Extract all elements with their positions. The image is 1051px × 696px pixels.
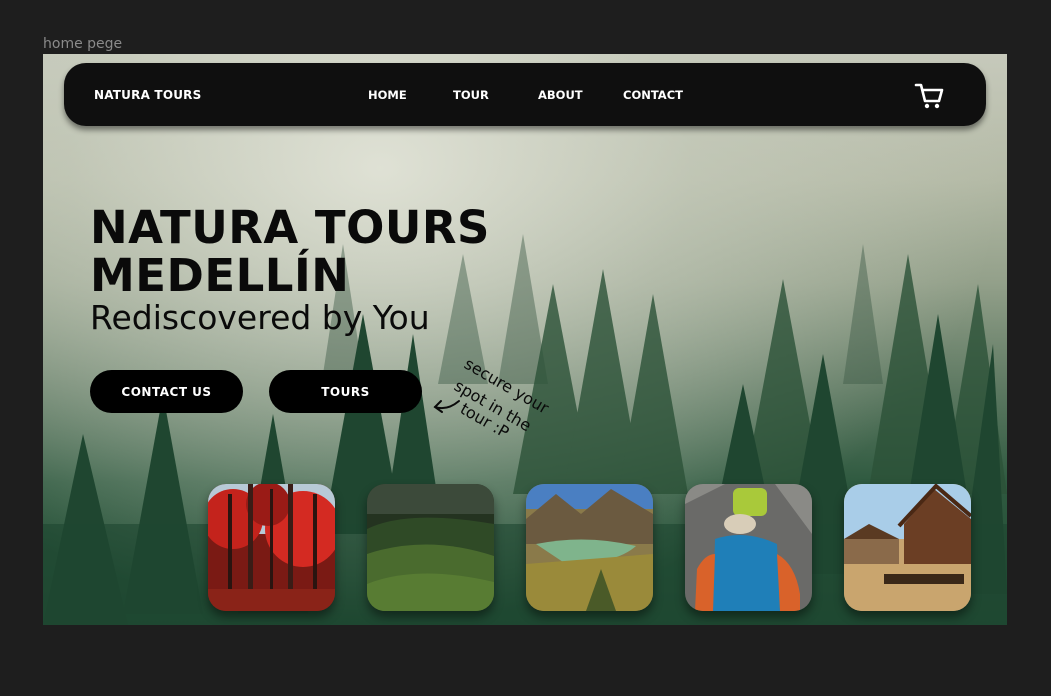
secure-spot-note: secure your spot in the tour :P [433, 354, 552, 442]
hero-title: NATURA TOURS MEDELLÍN [90, 204, 490, 300]
green-hills-photo [367, 484, 494, 611]
floating-market-photo [844, 484, 971, 611]
curved-arrow-icon [433, 400, 460, 413]
gallery-card-floating-market[interactable] [844, 484, 971, 611]
hiker-backpack-photo [685, 484, 812, 611]
hero-subtitle: Rediscovered by You [90, 298, 430, 337]
shopping-cart-icon[interactable] [914, 82, 946, 110]
gallery-card-red-forest[interactable] [208, 484, 335, 611]
nav-link-contact[interactable]: CONTACT [623, 88, 683, 102]
frame-label: home pege [43, 36, 123, 52]
home-page-frame: NATURA TOURS HOME TOUR ABOUT CONTACT NAT… [43, 54, 1007, 625]
navbar: NATURA TOURS HOME TOUR ABOUT CONTACT [64, 63, 986, 126]
gallery-card-hiker[interactable] [685, 484, 812, 611]
contact-us-button[interactable]: CONTACT US [90, 370, 243, 413]
brand-logo-text[interactable]: NATURA TOURS [94, 88, 201, 102]
red-autumn-forest-photo [208, 484, 335, 611]
tours-button[interactable]: TOURS [269, 370, 422, 413]
nav-link-home[interactable]: HOME [368, 88, 407, 102]
nav-link-tour[interactable]: TOUR [453, 88, 489, 102]
gallery-card-mountain-lake[interactable] [526, 484, 653, 611]
hero-title-line1: NATURA TOURS [90, 201, 490, 254]
gallery-card-green-hills[interactable] [367, 484, 494, 611]
hero-title-line2: MEDELLÍN [90, 249, 350, 302]
mountain-lake-photo [526, 484, 653, 611]
nav-link-about[interactable]: ABOUT [538, 88, 583, 102]
